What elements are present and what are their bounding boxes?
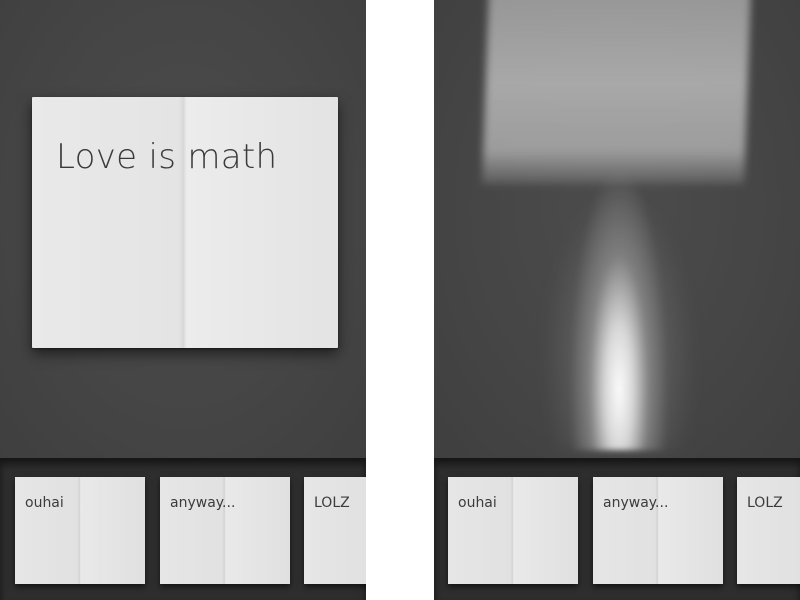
note-thumbnail[interactable]: LOLZ (304, 477, 366, 584)
note-thumbnail-label: ouhai (458, 495, 497, 511)
dissolving-note (482, 0, 752, 184)
note-canvas: Love is math (0, 0, 366, 458)
note-thumbnail[interactable]: anyway... (593, 477, 723, 584)
note-thumbnail[interactable]: LOLZ (737, 477, 800, 584)
note-thumbnail-label: LOLZ (747, 495, 783, 511)
right-screen: ouhai anyway... LOLZ (434, 0, 800, 600)
light-beam (554, 150, 684, 450)
note-thumbnail-label: ouhai (25, 495, 64, 511)
note-thumbnail[interactable]: ouhai (448, 477, 578, 584)
note-thumbnail-label: LOLZ (314, 495, 350, 511)
note-thumbnail-label: anyway... (170, 495, 236, 511)
dissolve-animation (434, 0, 800, 458)
open-note-card[interactable]: Love is math (32, 97, 338, 348)
note-canvas (434, 0, 800, 458)
note-thumbnail-label: anyway... (603, 495, 669, 511)
note-thumbnail[interactable]: anyway... (160, 477, 290, 584)
left-screen: Love is math ouhai anyway... LOLZ (0, 0, 366, 600)
note-thumbnail[interactable]: ouhai (15, 477, 145, 584)
open-note-title[interactable]: Love is math (56, 137, 277, 177)
